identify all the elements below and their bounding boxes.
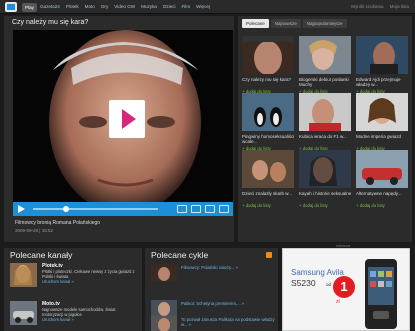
nav-links: Play Gazeta24 Plotek Moto Gry Video GW M… — [22, 0, 213, 14]
nav-item-gry[interactable]: Gry — [98, 0, 111, 14]
rss-icon[interactable] — [266, 252, 272, 258]
cycle-thumbnail[interactable] — [151, 264, 177, 281]
video-thumbnail[interactable] — [356, 36, 408, 74]
launch-channel-link[interactable]: Uruchom kanał » — [42, 279, 74, 284]
channel-thumbnail[interactable] — [10, 301, 37, 325]
top-right-links: Wyniki szukania Moja lista — [351, 0, 409, 14]
ad-price: 1 — [340, 279, 348, 294]
cycle-item[interactable]: Palikot: Schetyna premierem,... » — [151, 300, 281, 317]
video-thumbnail[interactable] — [356, 150, 408, 188]
video-date: 2009-09-28 | 15:52 — [15, 228, 53, 233]
video-tile[interactable]: Pingwiny homoseksualiści wcale... + doda… — [242, 93, 297, 151]
top-navigation: Play Gazeta24 Plotek Moto Gry Video GW M… — [0, 0, 415, 14]
nav-item-play[interactable]: Play — [22, 3, 37, 12]
tile-title[interactable]: Pingwiny homoseksualiści wcale... — [242, 134, 297, 146]
cycle-link[interactable]: Filmowcy: Polański należy... » — [181, 265, 281, 270]
tile-title[interactable]: Blogerski debiut posłanki Muchy — [299, 77, 354, 89]
related-videos-panel: Polecane Najnowsze Najpopularniejsze Czy… — [238, 16, 412, 242]
volume-icon[interactable] — [177, 205, 187, 213]
video-tile[interactable]: Modne imperia gwiazd + dodaj do listy — [356, 93, 411, 151]
play-icon — [122, 109, 136, 129]
video-thumbnail[interactable] — [242, 36, 294, 75]
nav-item-muzyka[interactable]: Muzyka — [138, 0, 160, 14]
nav-item-wiecej[interactable]: Więcej — [193, 0, 213, 14]
video-tile[interactable]: Edward Ajdi przejmuje władzę w... + doda… — [356, 36, 411, 94]
video-panel: Czy należy mu się kara? Filmowcy bronią … — [4, 16, 234, 242]
nav-item-film[interactable]: Film — [178, 0, 193, 14]
add-to-list-link[interactable]: + dodaj do listy — [356, 203, 411, 208]
video-player[interactable] — [13, 30, 233, 216]
video-date-value: 2009-09-28 — [15, 228, 39, 233]
tab-najpopularniejsze[interactable]: Najpopularniejsze — [302, 19, 347, 28]
share-icon[interactable] — [205, 205, 215, 213]
video-tile[interactable]: Czy należy mu się kara? + dodaj do listy — [242, 36, 297, 94]
cycle-item[interactable]: To pozwał Janusza Palikota na podstawie … — [151, 316, 281, 331]
video-tile[interactable]: Blogerski debiut posłanki Muchy + dodaj … — [299, 36, 354, 94]
phone-image — [365, 259, 397, 329]
progress-track[interactable] — [33, 208, 158, 210]
channel-description: Najnowsze modele samochodów. Świat motor… — [42, 307, 137, 322]
site-logo[interactable] — [4, 1, 18, 13]
channel-description: Plotki i ploteczki. Ciekawe newsy z życi… — [42, 269, 137, 284]
advertisement-banner[interactable]: Samsung Avila S5230 od 1 zł — [282, 248, 410, 331]
tile-title[interactable]: Kubica wraca do F1 w... — [299, 134, 354, 146]
small-play-icon[interactable] — [18, 205, 25, 213]
search-results-link[interactable]: Wyniki szukania — [351, 0, 384, 14]
video-tile[interactable]: Alternatywne napędy... + dodaj do listy — [356, 150, 411, 208]
tile-title[interactable]: Dzieci znalazły skarb w... — [242, 191, 297, 203]
tile-title[interactable]: Czy należy mu się kara? — [242, 77, 297, 89]
related-tabs: Polecane Najnowsze Najpopularniejsze — [242, 19, 347, 28]
cycles-title: Polecane cykle — [151, 250, 209, 260]
nav-item-plotek[interactable]: Plotek — [63, 0, 82, 14]
video-thumbnail[interactable] — [242, 150, 294, 188]
settings-icon[interactable] — [191, 205, 201, 213]
player-tool-icons — [177, 205, 229, 213]
tile-title[interactable]: Edward Ajdi przejmuje władzę w... — [356, 77, 411, 89]
video-caption: Filmowcy bronią Romana Polańskiego — [15, 220, 101, 226]
tile-title[interactable]: Kayah i historie seksualne — [299, 191, 354, 203]
cycle-thumbnail[interactable] — [151, 316, 177, 331]
player-controls — [13, 202, 233, 216]
channel-desc-text: Plotki i ploteczki. Ciekawe newsy z życi… — [42, 269, 135, 279]
recommended-channels: Polecane kanały Plotek.tv Plotki i plote… — [4, 248, 142, 331]
launch-channel-link[interactable]: Uruchom kanał » — [42, 317, 74, 322]
my-list-link[interactable]: Moja lista — [390, 0, 409, 14]
nav-item-video-gw[interactable]: Video GW — [111, 0, 138, 14]
channel-thumbnail[interactable] — [10, 263, 37, 287]
progress-handle[interactable] — [63, 206, 69, 212]
channels-title: Polecane kanały — [10, 250, 73, 260]
video-time-value: 15:52 — [41, 228, 53, 233]
tab-polecane[interactable]: Polecane — [242, 19, 269, 28]
video-tile[interactable]: Kayah i historie seksualne + dodaj do li… — [299, 150, 354, 208]
video-tile[interactable]: Dzieci znalazły skarb w... + dodaj do li… — [242, 150, 297, 208]
nav-item-gazeta24[interactable]: Gazeta24 — [37, 0, 63, 14]
tile-title[interactable]: Alternatywne napędy... — [356, 191, 411, 203]
video-thumbnail[interactable] — [242, 93, 294, 131]
cycle-item[interactable]: Filmowcy: Polański należy... » — [151, 264, 281, 281]
add-to-list-link[interactable]: + dodaj do listy — [242, 203, 297, 208]
fullscreen-icon[interactable] — [219, 205, 229, 213]
channel-desc-text: Najnowsze modele samochodów. Świat motor… — [42, 307, 116, 317]
recommended-cycles: Polecane cykle Filmowcy: Polański należy… — [145, 248, 278, 331]
cycle-link[interactable]: Palikot: Schetyna premierem,... » — [181, 301, 281, 306]
video-tile[interactable]: Kubica wraca do F1 w... + dodaj do listy — [299, 93, 354, 151]
tab-najnowsze[interactable]: Najnowsze — [270, 19, 301, 28]
ad-price-prefix: od — [326, 282, 332, 287]
cycle-thumbnail[interactable] — [151, 300, 177, 317]
ad-currency: zł — [336, 299, 340, 305]
video-thumbnail[interactable] — [356, 93, 408, 131]
play-button[interactable] — [109, 100, 145, 138]
add-to-list-link[interactable]: + dodaj do listy — [299, 203, 354, 208]
video-thumbnail[interactable] — [299, 36, 351, 74]
nav-item-moto[interactable]: Moto — [82, 0, 98, 14]
video-title: Czy należy mu się kara? — [12, 19, 89, 26]
ad-model: S5230 — [291, 278, 316, 288]
video-thumbnail[interactable] — [299, 93, 351, 131]
cycle-link[interactable]: To pozwał Janusza Palikota na podstawie … — [181, 317, 281, 327]
tile-title[interactable]: Modne imperia gwiazd — [356, 134, 411, 146]
nav-item-dzieci[interactable]: Dzieci — [160, 0, 179, 14]
video-thumbnail[interactable] — [299, 150, 351, 188]
